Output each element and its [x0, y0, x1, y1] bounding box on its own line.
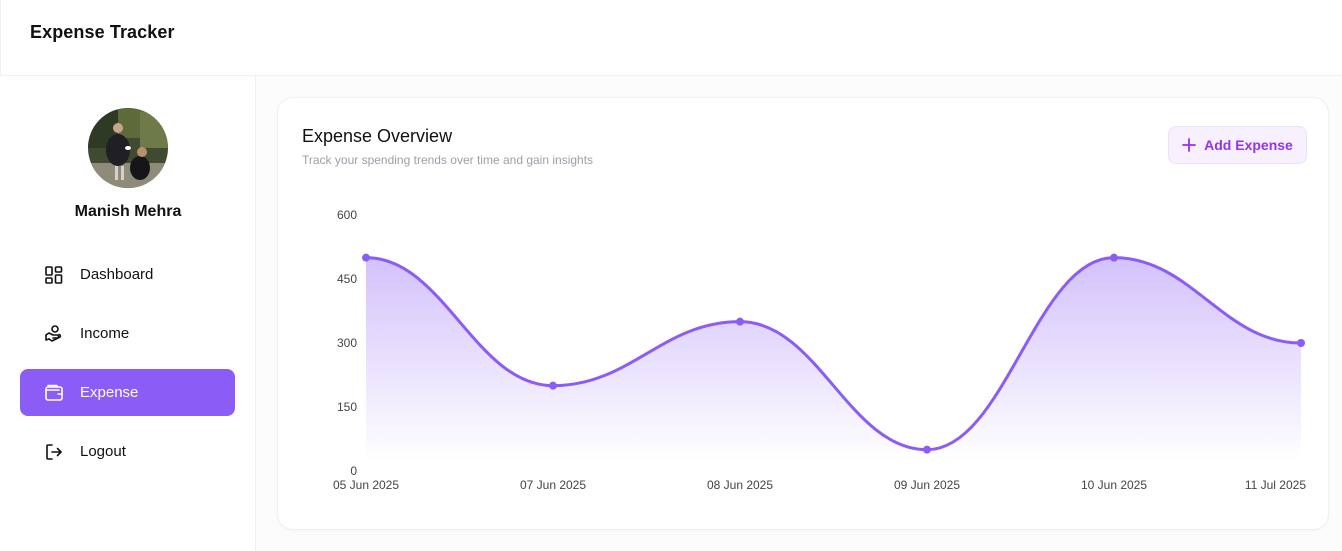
sidebar-item-dashboard[interactable]: Dashboard	[20, 251, 235, 298]
logout-icon	[44, 442, 64, 462]
sidebar-item-label: Dashboard	[80, 266, 154, 283]
sidebar-item-label: Income	[80, 325, 130, 342]
series-area-fill	[366, 257, 1301, 461]
top-bar: Expense Tracker	[0, 0, 1342, 76]
income-hand-icon	[44, 324, 64, 344]
x-tick-label: 05 Jun 2025	[333, 478, 399, 492]
avatar	[88, 108, 168, 188]
y-tick-label: 0	[350, 464, 357, 478]
data-point[interactable]	[736, 317, 744, 326]
y-tick-label: 600	[337, 208, 357, 222]
data-point[interactable]	[362, 253, 370, 262]
y-axis: 0 150 300 450 600	[337, 208, 357, 478]
sidebar-item-logout[interactable]: Logout	[20, 428, 235, 475]
wallet-icon	[44, 383, 64, 403]
x-tick-label: 07 Jun 2025	[520, 478, 586, 492]
dashboard-icon	[44, 265, 64, 285]
x-axis: 05 Jun 2025 07 Jun 2025 08 Jun 2025 09 Jun …	[333, 478, 1306, 492]
data-point[interactable]	[549, 381, 557, 390]
data-point[interactable]	[1297, 339, 1305, 347]
user-name: Manish Mehra	[74, 203, 182, 220]
sidebar-item-expense[interactable]: Expense	[20, 369, 235, 416]
x-tick-label: 10 Jun 2025	[1081, 478, 1147, 492]
sidebar: Manish Mehra Dashboard Income Expense Lo…	[0, 76, 256, 551]
x-tick-label: 11 Jul 2025	[1245, 478, 1306, 492]
sidebar-item-income[interactable]: Income	[20, 310, 235, 357]
sidebar-item-label: Expense	[80, 384, 139, 401]
app-title: Expense Tracker	[30, 22, 175, 42]
x-tick-label: 09 Jun 2025	[894, 478, 960, 492]
expense-area-chart: 0 150 300 450 600 05 Jun 2025 07 Jun 2025 08 J…	[333, 208, 1306, 492]
sidebar-item-label: Logout	[80, 443, 126, 460]
y-tick-label: 300	[337, 336, 357, 350]
data-point[interactable]	[923, 445, 931, 454]
y-tick-label: 150	[337, 400, 357, 414]
y-tick-label: 450	[337, 272, 357, 286]
data-point[interactable]	[1110, 253, 1118, 262]
x-tick-label: 08 Jun 2025	[707, 478, 773, 492]
